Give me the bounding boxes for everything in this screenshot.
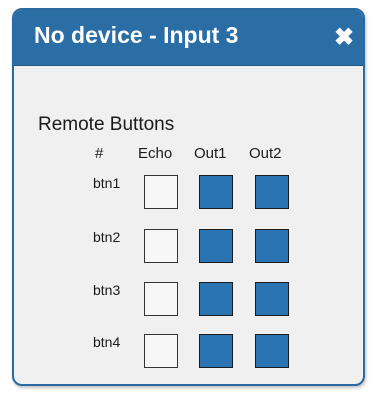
btn2-echo-checkbox[interactable] <box>144 229 178 263</box>
column-header-number: # <box>95 145 104 162</box>
section-heading: Remote Buttons <box>38 114 175 135</box>
btn4-out2-checkbox[interactable] <box>255 334 289 368</box>
row-label-btn4: btn4 <box>93 334 121 350</box>
column-header-out2: Out2 <box>249 145 282 162</box>
row-label-btn3: btn3 <box>93 282 121 298</box>
btn4-echo-checkbox[interactable] <box>144 334 178 368</box>
btn1-out2-checkbox[interactable] <box>255 175 289 209</box>
row-label-btn1: btn1 <box>93 175 121 191</box>
btn3-out2-checkbox[interactable] <box>255 282 289 316</box>
close-icon[interactable]: ✖ <box>332 26 356 50</box>
btn3-out1-checkbox[interactable] <box>199 282 233 316</box>
row-label-btn2: btn2 <box>93 229 121 245</box>
dialog-titlebar[interactable]: No device - Input 3 ✖ <box>14 10 363 66</box>
btn1-out1-checkbox[interactable] <box>199 175 233 209</box>
btn3-echo-checkbox[interactable] <box>144 282 178 316</box>
btn2-out2-checkbox[interactable] <box>255 229 289 263</box>
remote-buttons-dialog: No device - Input 3 ✖ Remote Buttons # E… <box>12 8 365 386</box>
btn2-out1-checkbox[interactable] <box>199 229 233 263</box>
column-header-echo: Echo <box>138 145 173 162</box>
btn4-out1-checkbox[interactable] <box>199 334 233 368</box>
dialog-title: No device - Input 3 <box>34 22 239 48</box>
dialog-content: Remote Buttons # Echo Out1 Out2 btn1 btn… <box>14 66 363 384</box>
column-header-out1: Out1 <box>194 145 227 162</box>
btn1-echo-checkbox[interactable] <box>144 175 178 209</box>
